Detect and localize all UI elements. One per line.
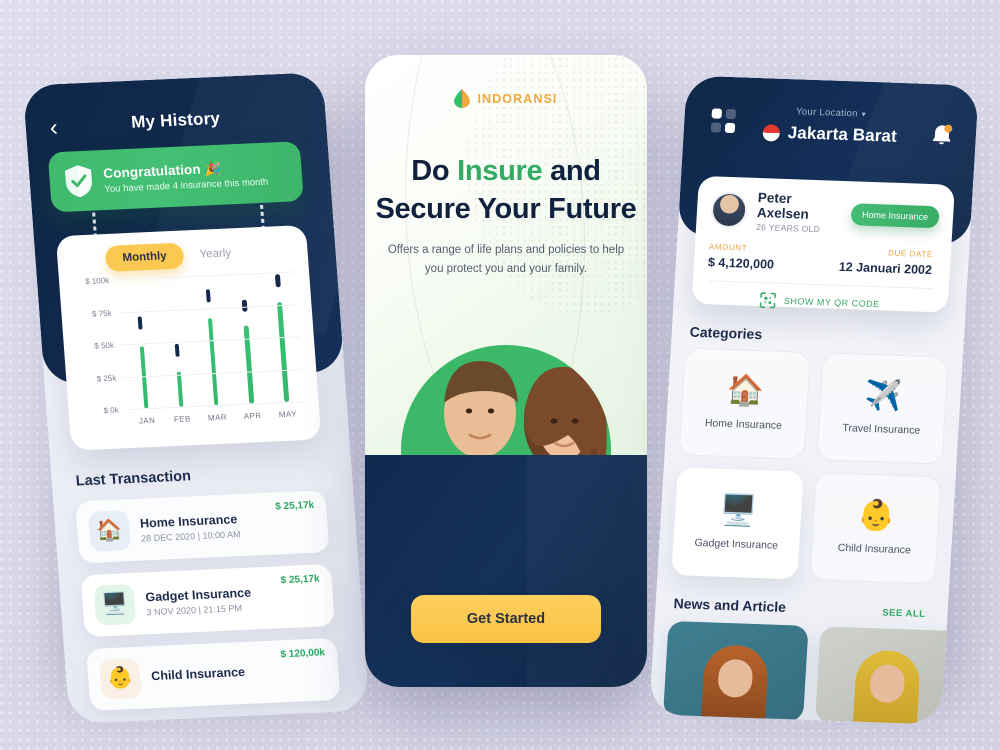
transaction-amount: $ 25,17k [280, 573, 320, 587]
headline-line-1: Do Insure and [365, 155, 647, 188]
monitor-icon: 🖥️ [718, 493, 758, 529]
toggle-yearly[interactable]: Yearly [187, 240, 244, 268]
transaction-name: Gadget Insurance [144, 585, 252, 604]
show-qr-label: SHOW MY QR CODE [783, 295, 881, 310]
get-started-button[interactable]: Get Started [411, 595, 601, 643]
news-card[interactable] [662, 620, 809, 722]
due-date-label: DUE DATE [887, 248, 934, 260]
category-home-insurance[interactable]: 🏠 Home Insurance [678, 347, 811, 460]
category-travel-insurance[interactable]: ✈️ Travel Insurance [816, 352, 949, 465]
transaction-date: 28 DEC 2020 | 10:00 AM [140, 528, 241, 544]
shield-check-icon [63, 164, 95, 199]
avatar [710, 191, 749, 229]
location-label-text: Your Location [795, 106, 859, 120]
news-photo [852, 649, 922, 725]
chart-x-tick: MAR [207, 412, 228, 422]
show-qr-button[interactable]: SHOW MY QR CODE [705, 290, 934, 314]
indonesia-flag-icon [762, 123, 781, 142]
news-title: News and Article [673, 595, 787, 616]
categories-grid: 🏠 Home Insurance ✈️ Travel Insurance 🖥️ … [671, 347, 949, 585]
toggle-monthly[interactable]: Monthly [104, 242, 185, 272]
transaction-row[interactable]: 🖥️ Gadget Insurance 3 NOV 2020 | 21:15 P… [80, 564, 336, 638]
chart-bar-pending [137, 316, 143, 330]
bar-chart: JAN FEB MAR APR MAY $ 100k $ 75k $ 50k $ 25k $ 0… [71, 271, 308, 433]
chart-y-tick: $ 25k [96, 373, 117, 383]
chart-card: Monthly Yearly JAN FEB MAR APR MAY $ 100k $ 7… [55, 224, 322, 451]
chart-bar-pending [275, 274, 281, 288]
chart-y-tick: $ 50k [94, 340, 115, 351]
headline-prefix: Do [411, 155, 458, 187]
headline-suffix: and [542, 155, 601, 187]
congratulation-text: Congratulation 🎉 You have made 4 insuran… [103, 158, 269, 194]
onboarding-subtitle: Offers a range of life plans and policie… [387, 244, 625, 275]
chart-x-tick: FEB [173, 413, 191, 424]
category-gadget-insurance[interactable]: 🖥️ Gadget Insurance [671, 467, 804, 580]
chart-y-tick: $ 75k [91, 308, 112, 319]
divider [708, 280, 933, 290]
chart-bar-paid [176, 371, 184, 407]
see-all-link[interactable]: SEE ALL [882, 607, 926, 619]
chart-bar-paid [139, 346, 149, 409]
category-child-insurance[interactable]: 👶 Child Insurance [809, 472, 942, 585]
location-name: Jakarta Barat [787, 123, 898, 146]
transaction-amount: $ 120,00k [280, 647, 326, 661]
notification-bell-icon[interactable] [929, 122, 955, 149]
news-photo [700, 644, 770, 721]
amount-value: $ 4,120,000 [707, 255, 775, 272]
home-screen: Your Location ▾ Jakarta Barat Peter Axels… [649, 75, 979, 725]
baby-icon: 👶 [856, 498, 896, 533]
user-policy-card: Peter Axelsen 26 YEARS OLD Home Insuranc… [691, 175, 956, 314]
chart-y-tick: $ 0k [103, 405, 120, 416]
period-toggle[interactable]: Monthly Yearly [69, 237, 297, 273]
chart-bar-paid [277, 302, 290, 402]
category-label: Travel Insurance [842, 422, 921, 437]
user-name: Peter Axelsen [756, 189, 810, 222]
status-badge: Home Insurance [850, 203, 940, 229]
news-list [662, 620, 961, 725]
house-icon: 🏠 [725, 373, 766, 409]
transaction-amount: $ 25,17k [274, 499, 315, 513]
headline-accent: Insure [457, 155, 543, 187]
brand-name: INDORANSI [477, 91, 558, 106]
home-screen-frame: Your Location ▾ Jakarta Barat Peter Axels… [649, 75, 979, 725]
chart-x-tick: MAY [278, 408, 298, 419]
brand-logo: INDORANSI [365, 89, 647, 108]
congratulation-card: Congratulation 🎉 You have made 4 insuran… [47, 141, 304, 213]
chart-bar-pending [174, 344, 180, 357]
headline-line-2: Secure Your Future [375, 193, 637, 225]
onboarding-screen: INDORANSI Do Insure and Secure Your Futu… [365, 55, 647, 687]
transaction-name: Home Insurance [139, 511, 238, 531]
transaction-name: Child Insurance [150, 664, 246, 683]
category-label: Home Insurance [704, 417, 783, 432]
gadget-insurance-icon: 🖥️ [93, 583, 137, 626]
amount-label: AMOUNT [708, 242, 748, 253]
amount-field: AMOUNT $ 4,120,000 [708, 242, 822, 273]
due-date-field: DUE DATE 12 Januari 2002 [820, 246, 938, 278]
transaction-row[interactable]: 👶 Child Insurance $ 120,00k [86, 637, 341, 711]
user-age: 26 YEARS OLD [755, 221, 821, 235]
last-transaction-title: Last Transaction [75, 468, 192, 490]
history-screen-frame: ‹ My History Congratulation 🎉 You have m… [22, 72, 370, 724]
airplane-icon: ✈️ [863, 378, 904, 414]
chart-bar-paid [207, 318, 219, 406]
transaction-row[interactable]: 🏠 Home Insurance 28 DEC 2020 | 10:00 AM … [75, 490, 330, 564]
chart-x-tick: APR [243, 410, 262, 421]
chart-bar-pending [205, 289, 212, 303]
home-insurance-icon: 🏠 [88, 510, 131, 552]
due-date-value: 12 Januari 2002 [838, 259, 933, 278]
chevron-down-icon[interactable]: ▾ [861, 110, 866, 119]
categories-title: Categories [689, 323, 763, 343]
transaction-date: 3 NOV 2020 | 21:15 PM [146, 602, 243, 617]
leaf-icon [454, 89, 471, 108]
history-screen: ‹ My History Congratulation 🎉 You have m… [22, 72, 370, 724]
chart-x-tick: JAN [138, 415, 156, 426]
child-insurance-icon: 👶 [98, 657, 142, 700]
onboarding-footer [365, 455, 647, 687]
category-label: Gadget Insurance [694, 536, 779, 552]
screenshot-stage: ‹ My History Congratulation 🎉 You have m… [0, 0, 1000, 750]
category-label: Child Insurance [837, 541, 912, 557]
news-card[interactable] [814, 626, 961, 725]
chart-y-tick: $ 100k [84, 275, 110, 286]
qr-scan-icon [759, 292, 776, 309]
